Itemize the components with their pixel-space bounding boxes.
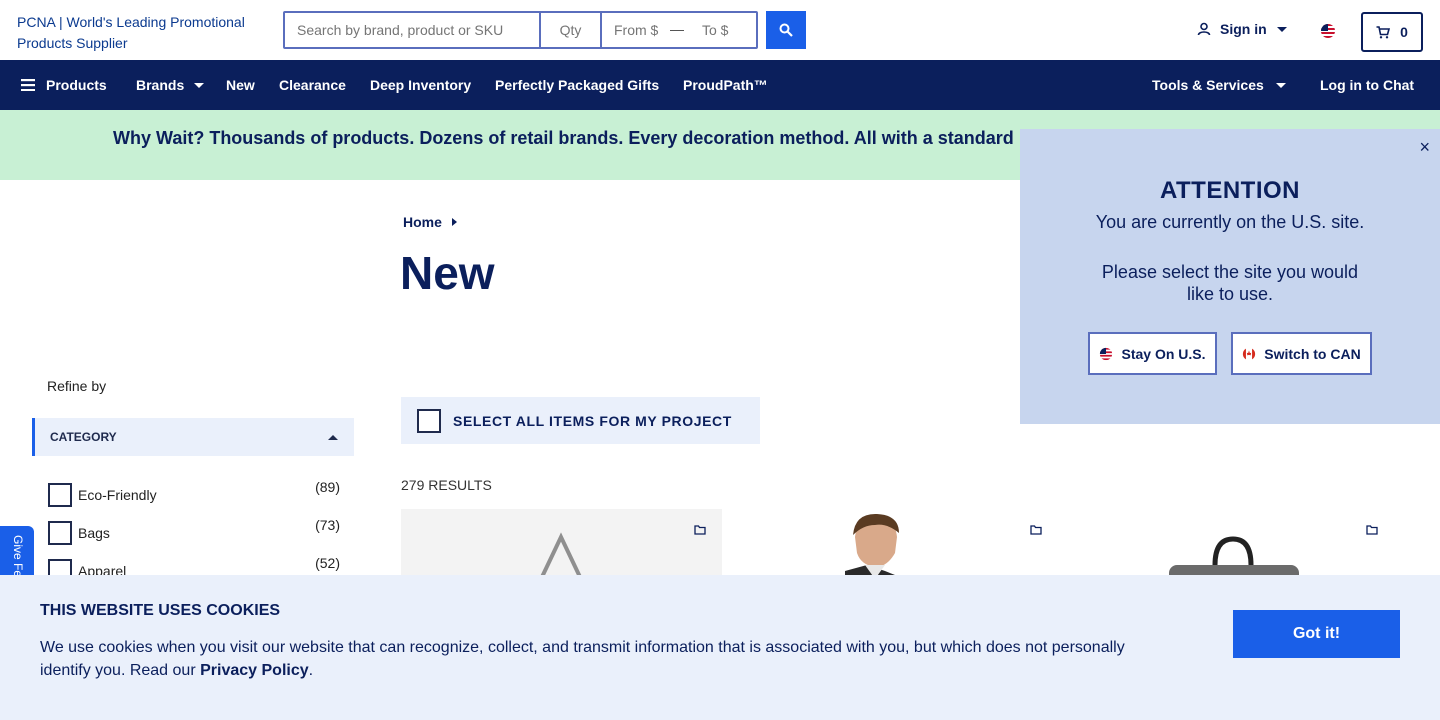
nav-clearance[interactable]: Clearance (279, 60, 346, 110)
cookie-banner: THIS WEBSITE USES COOKIES We use cookies… (0, 575, 1440, 720)
chevron-up-icon (328, 434, 338, 440)
site-selector-popup: × ATTENTION You are currently on the U.S… (1020, 129, 1440, 424)
nav-tools-services-label: Tools & Services (1152, 77, 1264, 93)
folder-icon[interactable] (1030, 525, 1042, 535)
hamburger-icon (21, 79, 35, 91)
accept-cookies-button[interactable]: Got it! (1233, 610, 1400, 658)
stay-on-us-label: Stay On U.S. (1121, 345, 1206, 362)
log-in-to-chat-link[interactable]: Log in to Chat (1320, 60, 1414, 110)
canada-flag-icon (1243, 347, 1256, 360)
facet-label: Bags (78, 525, 110, 541)
nav-new[interactable]: New (226, 60, 255, 110)
folder-icon[interactable] (1366, 525, 1378, 535)
results-count: 279 RESULTS (401, 477, 492, 493)
chevron-down-icon (1275, 82, 1286, 88)
cart-button[interactable]: 0 (1361, 12, 1423, 52)
search-input[interactable] (285, 13, 541, 47)
site-logo[interactable]: PCNA | World's Leading Promotional Produ… (17, 12, 267, 54)
nav-brands[interactable]: Brands (136, 60, 205, 110)
popup-current-site-text: You are currently on the U.S. site. (1095, 212, 1365, 232)
site-header: PCNA | World's Leading Promotional Produ… (0, 0, 1440, 60)
cookie-text: We use cookies when you visit our websit… (40, 636, 1150, 682)
select-all-label: SELECT ALL ITEMS FOR MY PROJECT (453, 412, 732, 429)
facet-label: Eco-Friendly (78, 487, 157, 503)
page-title: New (400, 247, 495, 299)
cookie-title: THIS WEBSITE USES COOKIES (40, 602, 281, 619)
facet-count: (89) (315, 479, 340, 495)
switch-to-can-button[interactable]: Switch to CAN (1231, 332, 1372, 375)
nav-products[interactable]: Products (21, 60, 107, 110)
folder-icon[interactable] (694, 525, 706, 535)
search-bar (283, 11, 758, 49)
chevron-right-icon (451, 218, 457, 226)
price-from-input[interactable] (602, 22, 664, 38)
facet-checkbox[interactable] (48, 483, 72, 507)
sign-in-label: Sign in (1220, 21, 1267, 37)
refine-by-label: Refine by (47, 378, 107, 394)
popup-select-site-text: Please select the site you would like to… (1101, 262, 1359, 304)
nav-perfectly-packaged-gifts[interactable]: Perfectly Packaged Gifts (495, 60, 659, 110)
cart-icon (1376, 25, 1391, 38)
nav-deep-inventory[interactable]: Deep Inventory (370, 60, 471, 110)
facet-count: (52) (315, 555, 340, 571)
search-button[interactable] (766, 11, 806, 49)
price-range-divider (670, 29, 684, 31)
nav-products-label: Products (46, 77, 107, 93)
nav-brands-label: Brands (136, 77, 185, 93)
cart-count: 0 (1400, 24, 1408, 40)
price-range (602, 13, 756, 47)
stay-on-us-button[interactable]: Stay On U.S. (1088, 332, 1217, 375)
facet-item[interactable]: Bags (73) (48, 517, 340, 545)
category-filter-toggle[interactable]: CATEGORY (32, 418, 354, 456)
search-icon (779, 23, 793, 37)
nav-tools-services[interactable]: Tools & Services (1152, 60, 1286, 110)
nav-proudpath[interactable]: ProudPath™ (683, 60, 768, 110)
price-to-input[interactable] (690, 22, 752, 38)
facet-item[interactable]: Eco-Friendly (89) (48, 479, 340, 507)
facet-checkbox[interactable] (48, 521, 72, 545)
privacy-policy-link[interactable]: Privacy Policy (200, 662, 309, 679)
switch-to-can-label: Switch to CAN (1264, 345, 1361, 362)
us-flag-icon (1321, 24, 1335, 38)
promo-text[interactable]: Why Wait? Thousands of products. Dozens … (113, 128, 1018, 149)
category-label: CATEGORY (50, 430, 117, 444)
chevron-down-icon (1276, 26, 1287, 32)
user-icon (1197, 22, 1211, 36)
sign-in-menu[interactable]: Sign in (1197, 21, 1287, 37)
facet-count: (73) (315, 517, 340, 533)
country-selector[interactable] (1320, 23, 1336, 44)
cookie-period: . (308, 662, 314, 679)
select-all-items[interactable]: SELECT ALL ITEMS FOR MY PROJECT (401, 397, 760, 444)
qty-input[interactable] (541, 13, 602, 47)
main-nav: Products Brands New Clearance Deep Inven… (0, 60, 1440, 110)
select-all-checkbox[interactable] (417, 408, 441, 433)
chevron-down-icon (194, 82, 205, 88)
popup-title: ATTENTION (1159, 177, 1301, 204)
breadcrumb: Home (403, 214, 457, 230)
us-flag-icon (1100, 347, 1113, 360)
close-icon[interactable]: × (1419, 137, 1430, 158)
breadcrumb-home[interactable]: Home (403, 214, 442, 230)
